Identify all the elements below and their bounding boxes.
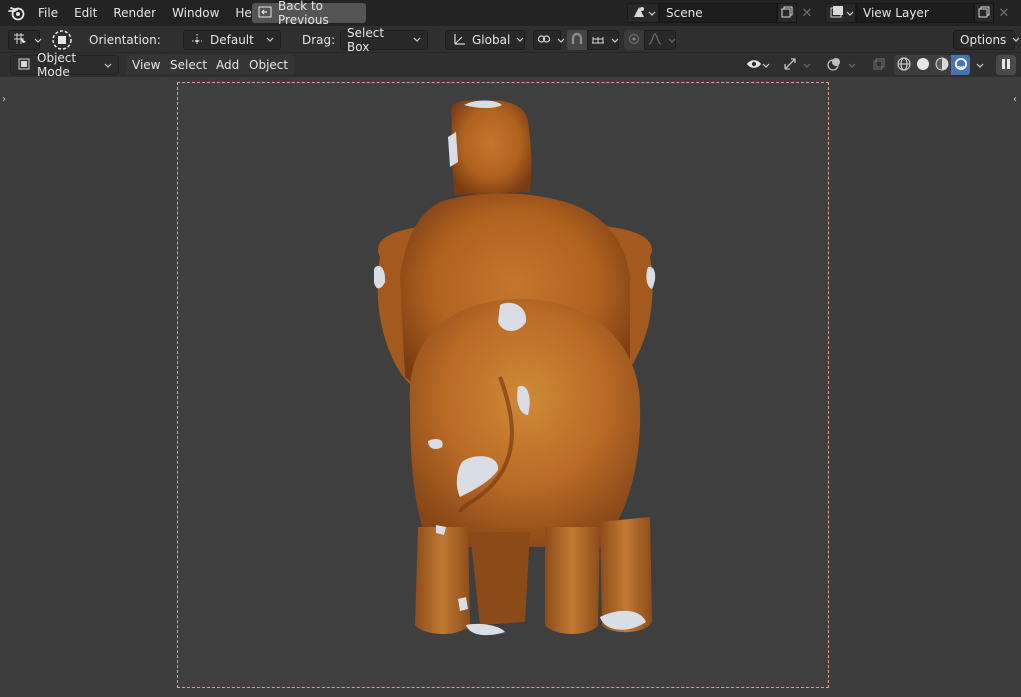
- scene-name-field[interactable]: Scene: [659, 3, 777, 23]
- viewport-header: Object Mode View Select Add Object: [0, 51, 1021, 79]
- scene-selector: Scene ✕: [627, 3, 817, 23]
- view-layer-icon: [830, 5, 844, 22]
- pivot-mode-icon[interactable]: [50, 30, 74, 50]
- duplicate-icon: [781, 6, 793, 21]
- magnet-icon: [570, 32, 584, 49]
- chevron-down-icon: [803, 58, 811, 72]
- shading-options-dropdown[interactable]: [973, 55, 987, 75]
- scene-browse-dropdown[interactable]: [627, 3, 659, 23]
- material-sphere-icon: [935, 57, 949, 74]
- scene-close-icon[interactable]: ✕: [797, 3, 817, 23]
- chevron-down-icon: [557, 33, 565, 47]
- chevron-down-icon: [762, 58, 770, 72]
- xray-toggle[interactable]: [870, 55, 888, 75]
- chevron-down-icon: [611, 33, 619, 47]
- orientation-dropdown[interactable]: Default: [183, 30, 281, 50]
- scene-icon: [632, 5, 646, 22]
- transform-orientation-dropdown[interactable]: Global: [445, 30, 525, 50]
- top-menu-bar: File Edit Render Window Help Back to Pre…: [0, 0, 1021, 27]
- view-layer-selector: View Layer ✕: [825, 3, 1014, 23]
- orientation-label: Orientation:: [89, 33, 161, 47]
- header-menu-view[interactable]: View: [126, 55, 167, 75]
- gizmo-toggle[interactable]: [780, 55, 800, 75]
- chevron-down-icon: [104, 58, 112, 72]
- options-dropdown[interactable]: Options: [953, 30, 1020, 50]
- chevron-down-icon: [846, 6, 854, 20]
- options-label: Options: [960, 33, 1007, 47]
- 3d-viewport[interactable]: › ‹: [0, 77, 1021, 697]
- view-layer-new-button[interactable]: [974, 3, 994, 23]
- menu-edit[interactable]: Edit: [66, 2, 105, 24]
- back-to-previous-label: Back to Previous: [278, 0, 329, 27]
- select-tool-icon: [12, 32, 28, 49]
- gizmo-dropdown[interactable]: [800, 55, 814, 75]
- link-icon: [537, 33, 551, 48]
- header-menu-add[interactable]: Add: [210, 55, 246, 75]
- gizmo-icon: [782, 56, 798, 75]
- wireframe-sphere-icon: [897, 57, 911, 74]
- snap-target-dropdown[interactable]: [587, 30, 619, 50]
- shading-solid-button[interactable]: [913, 55, 932, 75]
- overlays-dropdown[interactable]: [845, 55, 859, 75]
- back-to-previous-button[interactable]: Back to Previous: [252, 0, 366, 27]
- menu-render[interactable]: Render: [105, 2, 164, 24]
- eye-icon: [746, 58, 762, 73]
- view-layer-browse-dropdown[interactable]: [825, 3, 856, 23]
- overlays-toggle[interactable]: [824, 55, 844, 75]
- blender-logo-icon[interactable]: [4, 0, 30, 26]
- overlays-icon: [826, 56, 842, 75]
- back-arrow-icon: [258, 6, 272, 21]
- pause-render-button[interactable]: [996, 55, 1016, 75]
- duplicate-icon: [978, 6, 990, 21]
- proportional-edit-icon: [628, 33, 640, 48]
- chevron-down-icon: [266, 37, 274, 43]
- solid-sphere-icon: [916, 57, 930, 74]
- scene-new-button[interactable]: [777, 3, 797, 23]
- chevron-down-icon: [648, 6, 656, 20]
- shading-wireframe-button[interactable]: [894, 55, 913, 75]
- view-layer-close-icon[interactable]: ✕: [994, 3, 1014, 23]
- rendered-sphere-icon: [954, 57, 968, 74]
- active-tool-dropdown[interactable]: [8, 30, 42, 50]
- pivot-point-dropdown[interactable]: [533, 30, 565, 50]
- chevron-down-icon: [976, 58, 984, 72]
- proportional-falloff-dropdown[interactable]: [644, 30, 676, 50]
- drag-label: Drag:: [302, 33, 336, 47]
- object-mode-icon: [17, 57, 31, 74]
- object-mode-label: Object Mode: [37, 51, 77, 79]
- menu-file[interactable]: File: [30, 2, 66, 24]
- visibility-dropdown[interactable]: [743, 55, 773, 75]
- shading-rendered-button[interactable]: [951, 55, 970, 75]
- snap-toggle[interactable]: [567, 30, 587, 50]
- chevron-down-icon: [848, 58, 856, 72]
- pause-icon: [1001, 58, 1011, 73]
- drag-dropdown[interactable]: Select Box: [340, 26, 428, 54]
- view-layer-name-field[interactable]: View Layer: [856, 3, 974, 23]
- header-menu-object[interactable]: Object: [243, 55, 295, 75]
- camera-frame-border: [177, 82, 829, 688]
- falloff-curve-icon: [648, 32, 662, 48]
- chevron-down-icon: [413, 37, 421, 43]
- transform-axes-icon: [452, 32, 466, 49]
- snap-increment-icon: [591, 33, 605, 48]
- xray-icon: [872, 57, 886, 74]
- chevron-down-icon: [34, 33, 42, 47]
- object-mode-dropdown[interactable]: Object Mode: [10, 51, 119, 79]
- tool-settings-bar: Orientation: Default Drag: Select Box Gl…: [0, 26, 1021, 54]
- orientation-icon: [190, 32, 204, 49]
- transform-orientation-value: Global: [472, 33, 511, 47]
- drag-value: Select Box: [347, 26, 385, 54]
- menu-window[interactable]: Window: [164, 2, 227, 24]
- chevron-down-icon: [516, 37, 524, 43]
- shading-material-button[interactable]: [932, 55, 951, 75]
- header-menu-select[interactable]: Select: [164, 55, 214, 75]
- proportional-editing-toggle[interactable]: [624, 30, 644, 50]
- chevron-down-icon: [1012, 37, 1020, 43]
- orientation-value: Default: [210, 33, 254, 47]
- chevron-down-icon: [668, 33, 676, 47]
